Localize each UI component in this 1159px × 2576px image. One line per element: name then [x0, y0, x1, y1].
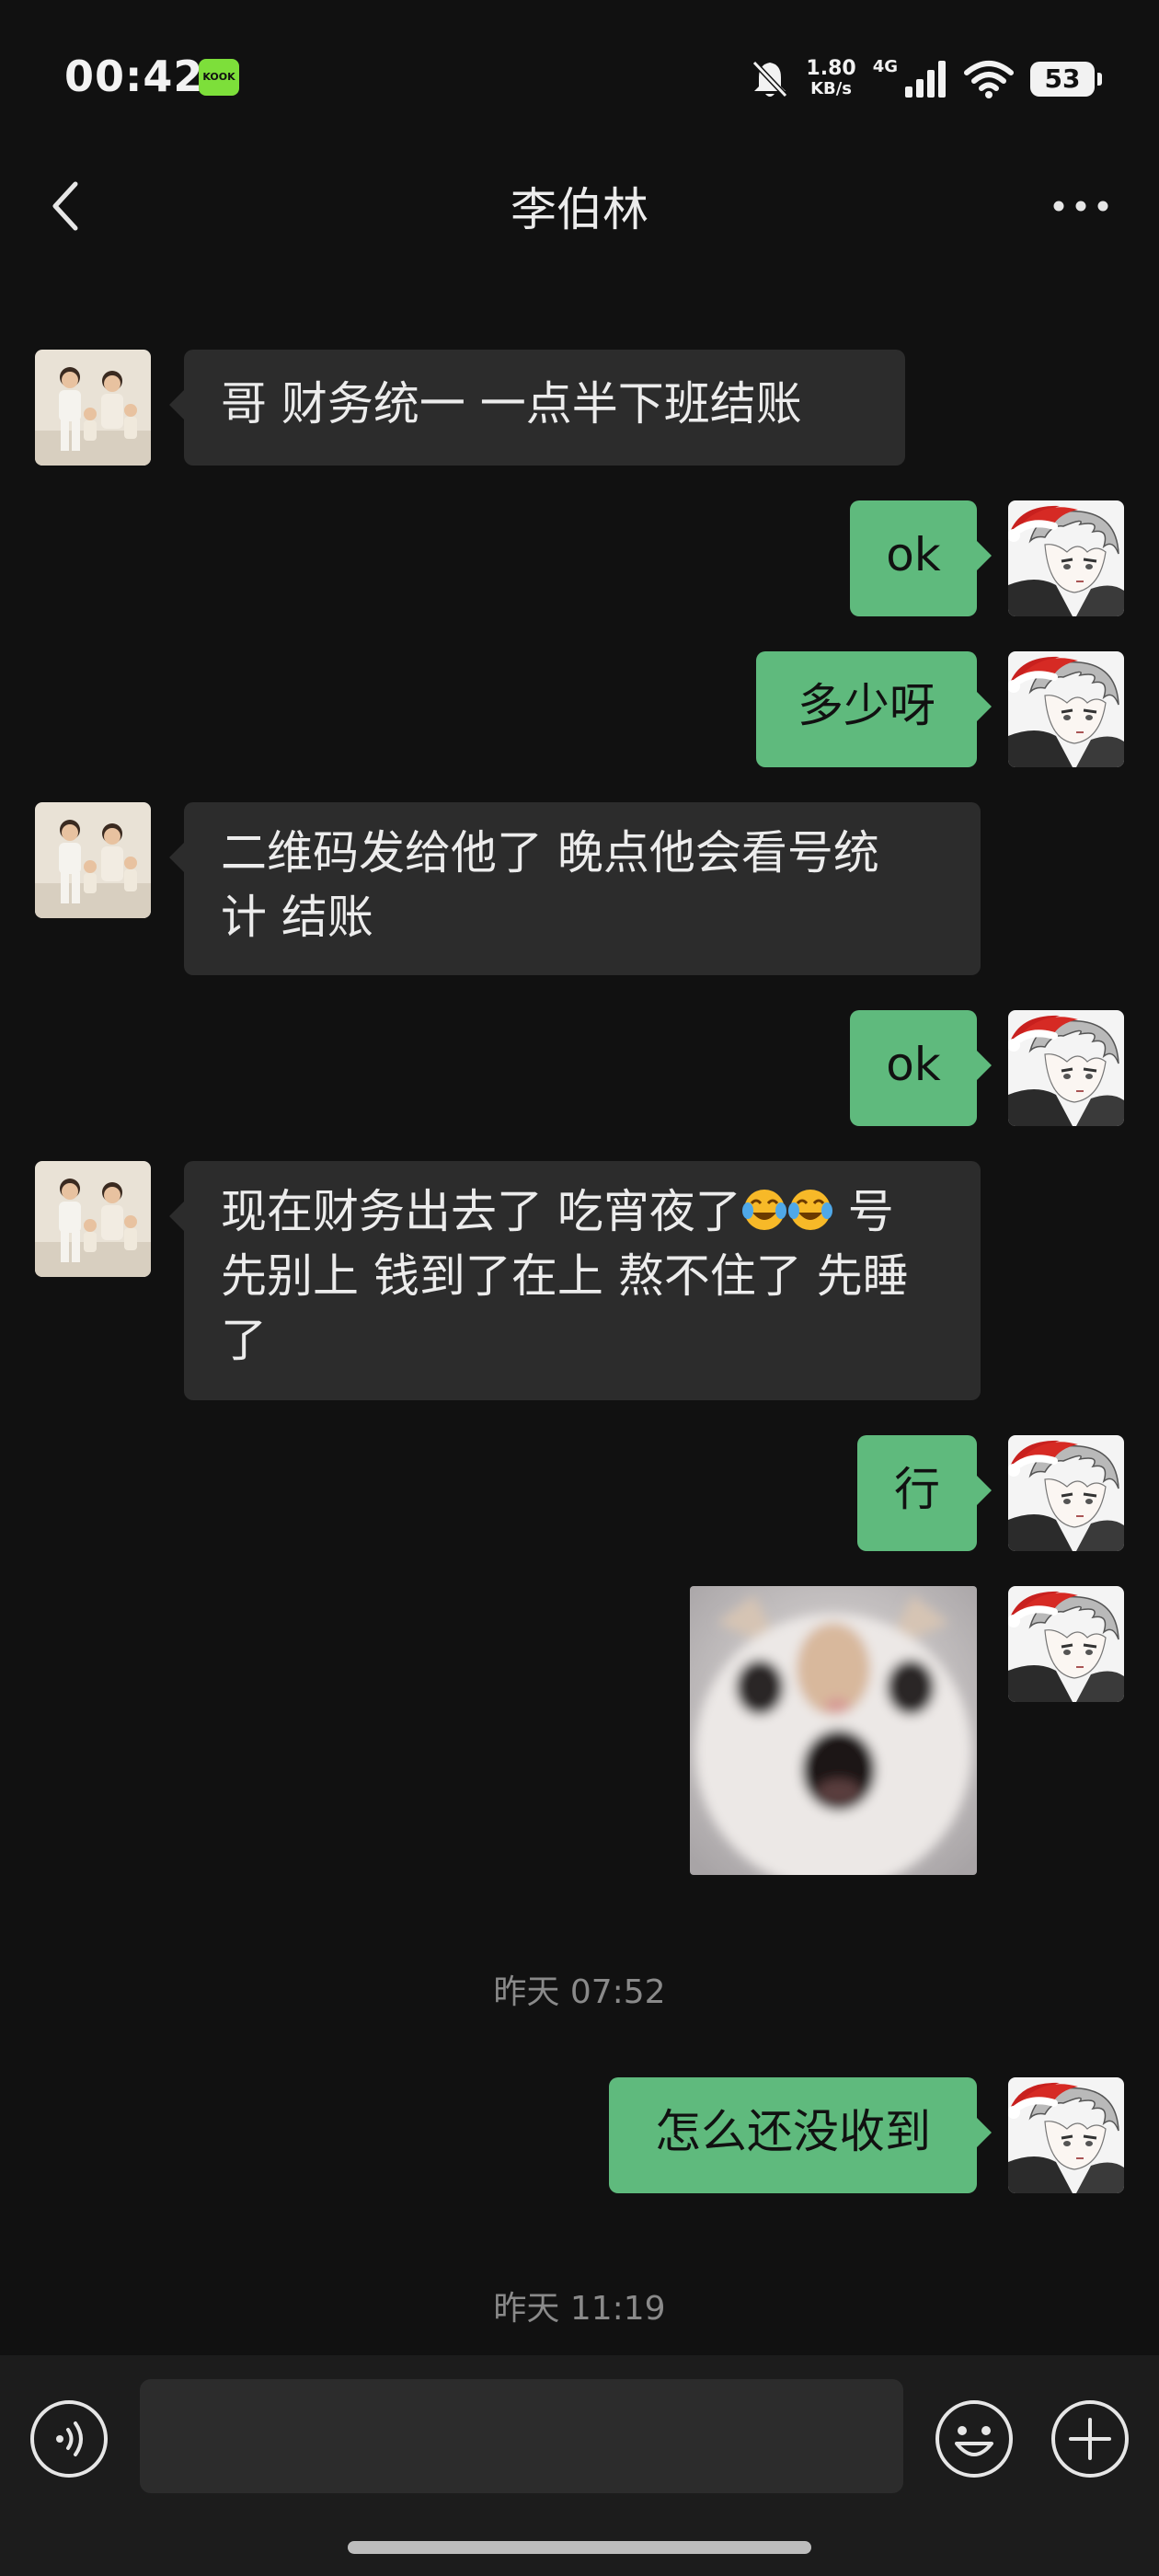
laughing-crying-emoji-icon — [787, 1190, 832, 1230]
message-timestamp: 昨天 07:52 — [493, 1973, 666, 2011]
contact-avatar[interactable] — [35, 802, 151, 918]
chat-screen: 00:42 KOOK 1.80 KB/s 4G 53 李伯林 哥 财务统一 一点… — [0, 0, 1159, 2576]
message-text: 多少呀 — [798, 679, 935, 732]
wifi-icon — [964, 61, 1014, 98]
laughing-crying-emoji-icon — [741, 1190, 786, 1230]
emoji-icon — [935, 2400, 1013, 2478]
chat-title: 李伯林 — [511, 183, 648, 236]
message-bubble-outgoing[interactable]: 行 — [857, 1435, 992, 1551]
status-icons: 1.80 KB/s 4G 53 — [751, 53, 1102, 105]
my-avatar[interactable] — [1008, 1435, 1124, 1551]
network-type-label: 4G — [872, 56, 898, 76]
mute-bell-icon — [752, 60, 788, 98]
plus-icon — [1051, 2400, 1129, 2478]
message-text: 行 — [894, 1463, 940, 1516]
message-text-line: 先别上 钱到了在上 熬不住了 先睡 — [221, 1249, 909, 1303]
voice-button[interactable] — [29, 2399, 109, 2478]
message-bubble-outgoing[interactable]: ok — [850, 500, 992, 616]
message-timestamp: 昨天 11:19 — [493, 2290, 666, 2328]
message-text: 哥 财务统一 一点半下班结账 — [221, 377, 802, 431]
net-speed: 1.80 KB/s — [806, 59, 855, 99]
home-indicator[interactable] — [348, 2541, 811, 2554]
status-time: 00:42 — [64, 52, 204, 101]
message-bubble-incoming[interactable]: 哥 财务统一 一点半下班结账 — [169, 350, 905, 466]
message-text-line: 计 结账 — [221, 891, 373, 944]
message-text: 怎么还没收到 — [655, 2105, 931, 2158]
more-button[interactable] — [1039, 171, 1122, 241]
message-text: ok — [886, 528, 941, 581]
my-avatar[interactable] — [1008, 1010, 1124, 1126]
message-bubble-incoming[interactable]: 现在财务出去了 吃宵夜了 号 先别上 钱到了在上 熬不住了 先睡 了 — [169, 1161, 981, 1400]
message-bubble-incoming[interactable]: 二维码发给他了 晚点他会看号统 计 结账 — [169, 802, 981, 975]
more-dots-icon — [1053, 201, 1108, 212]
message-text-line: 现在财务出去了 吃宵夜了 号 — [221, 1179, 944, 1244]
message-bubble-outgoing[interactable]: 多少呀 — [756, 651, 992, 767]
message-bubble-outgoing[interactable]: 怎么还没收到 — [609, 2077, 992, 2193]
contact-avatar[interactable] — [35, 1161, 151, 1277]
status-bar: 00:42 KOOK 1.80 KB/s 4G 53 — [0, 0, 1159, 138]
message-text-line: 二维码发给他了 晚点他会看号统 — [221, 826, 879, 880]
signal-icon — [905, 61, 946, 98]
kook-app-icon: KOOK — [199, 59, 239, 96]
emoji-button[interactable] — [935, 2399, 1014, 2478]
surprised-cat-sticker[interactable] — [690, 1586, 977, 1875]
my-avatar[interactable] — [1008, 1586, 1124, 1702]
message-bubble-outgoing[interactable]: ok — [850, 1010, 992, 1126]
message-text-line: 了 — [221, 1314, 267, 1367]
voice-icon — [30, 2400, 108, 2478]
my-avatar[interactable] — [1008, 500, 1124, 616]
message-text: ok — [886, 1038, 941, 1091]
chat-header: 李伯林 — [0, 138, 1159, 276]
contact-avatar[interactable] — [35, 350, 151, 466]
message-input[interactable] — [140, 2379, 903, 2493]
battery-indicator: 53 — [1030, 62, 1102, 97]
net-speed-value: 1.80 — [806, 57, 856, 80]
net-speed-unit: KB/s — [810, 79, 853, 98]
message-text-part: 号 — [832, 1185, 894, 1238]
my-avatar[interactable] — [1008, 2077, 1124, 2193]
plus-button[interactable] — [1050, 2399, 1130, 2478]
message-text-part: 现在财务出去了 吃宵夜了 — [221, 1185, 741, 1238]
my-avatar[interactable] — [1008, 651, 1124, 767]
